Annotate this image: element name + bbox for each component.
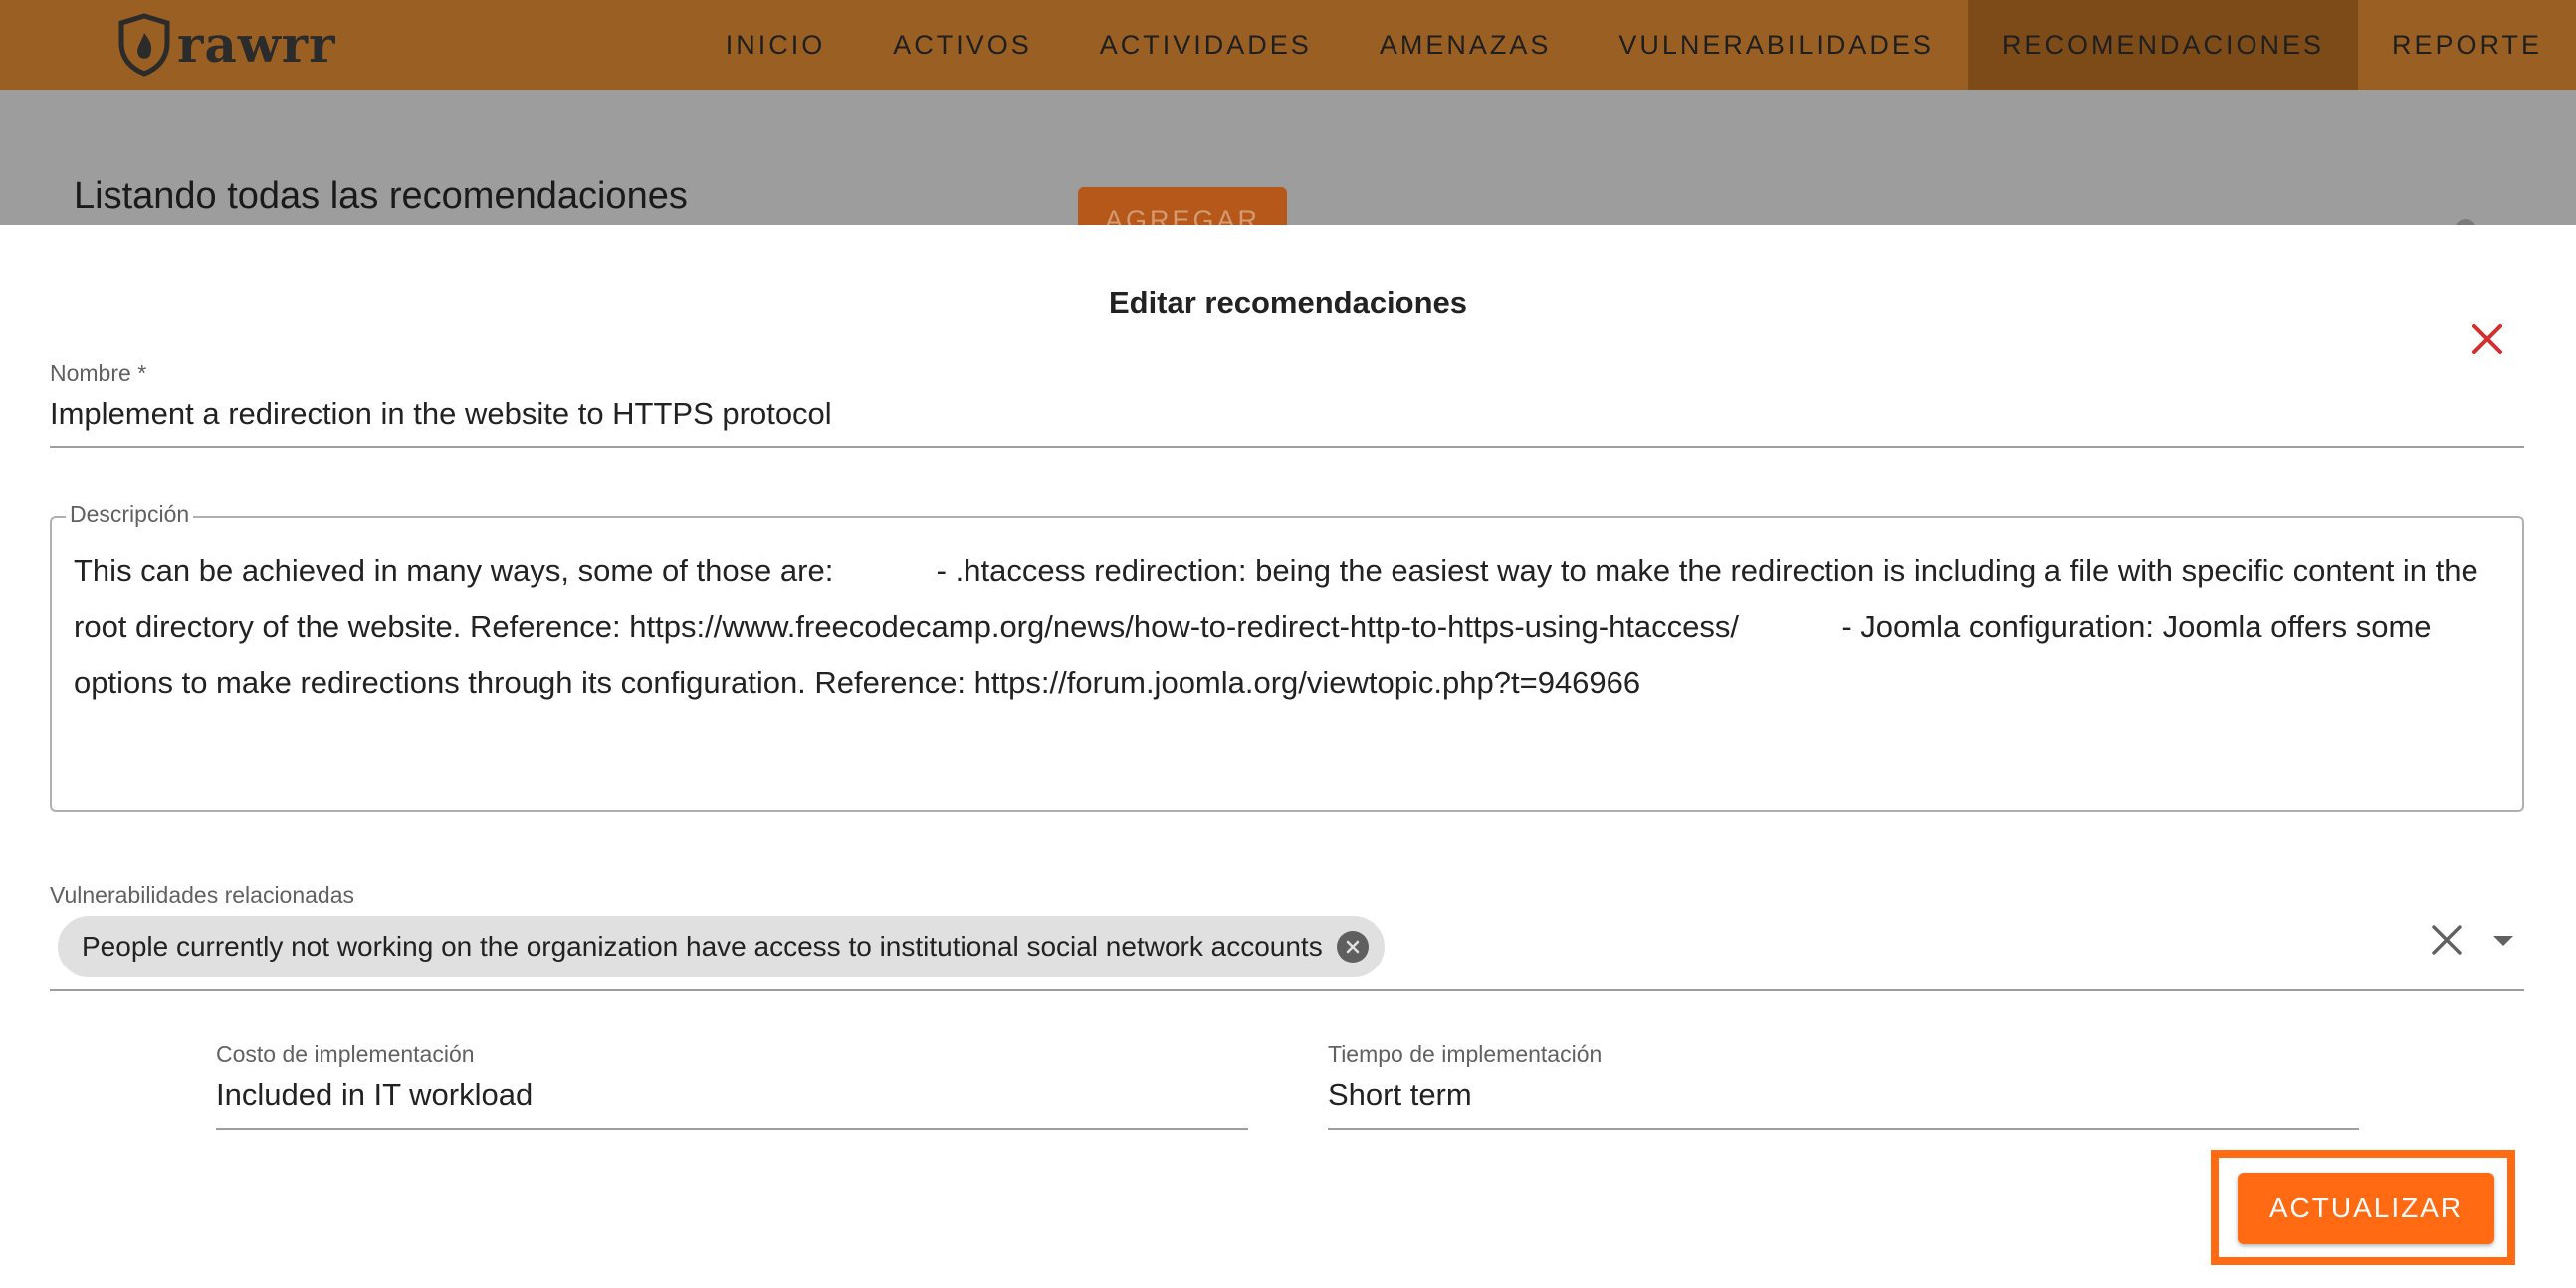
page-title: Listando todas las recomendaciones xyxy=(74,175,688,217)
top-navbar: rawrr INICIO ACTIVOS ACTIVIDADES AMENAZA… xyxy=(0,0,2576,90)
related-vulnerabilities-label: Vulnerabilidades relacionadas xyxy=(50,882,355,908)
time-underline xyxy=(1328,1128,2359,1130)
dialog-title: Editar recomendaciones xyxy=(1108,285,1468,320)
nav-reporte[interactable]: REPORTE xyxy=(2358,0,2576,90)
vulnerability-chip: People currently not working on the orga… xyxy=(58,916,1385,977)
chip-delete-button[interactable] xyxy=(1336,931,1369,963)
name-underline xyxy=(50,446,2524,448)
nav-inicio[interactable]: INICIO xyxy=(692,0,860,90)
description-field[interactable]: Descripción This can be achieved in many… xyxy=(50,501,2524,812)
description-label: Descripción xyxy=(66,501,194,528)
cost-label: Costo de implementación xyxy=(216,1041,475,1067)
close-button[interactable] xyxy=(2467,319,2508,360)
time-label: Tiempo de implementación xyxy=(1328,1041,1603,1067)
update-button[interactable]: ACTUALIZAR xyxy=(2238,1173,2494,1244)
edit-recommendation-dialog: Editar recomendaciones Nombre * Implemen… xyxy=(0,225,2576,1288)
close-icon xyxy=(2472,324,2502,354)
description-textarea[interactable]: This can be achieved in many ways, some … xyxy=(74,543,2504,711)
clear-icon[interactable] xyxy=(2429,922,2465,958)
cancel-circle-icon xyxy=(1346,940,1360,954)
chip-label: People currently not working on the orga… xyxy=(82,931,1323,962)
nav-activos[interactable]: ACTIVOS xyxy=(859,0,1066,90)
nav-amenazas[interactable]: AMENAZAS xyxy=(1346,0,1586,90)
arrow-drop-down-icon[interactable] xyxy=(2488,922,2518,958)
vulnerabilities-underline xyxy=(50,989,2524,991)
name-label: Nombre * xyxy=(50,360,147,386)
cost-select[interactable]: Included in IT workload xyxy=(216,1077,533,1113)
shield-flame-icon xyxy=(118,13,170,77)
logo-text: rawrr xyxy=(177,15,336,74)
app-logo[interactable]: rawrr xyxy=(117,8,335,82)
name-input[interactable]: Implement a redirection in the website t… xyxy=(50,396,832,432)
nav-vulnerabilidades[interactable]: VULNERABILIDADES xyxy=(1585,0,1968,90)
nav-recomendaciones[interactable]: RECOMENDACIONES xyxy=(1967,0,2358,90)
time-select[interactable]: Short term xyxy=(1328,1077,1472,1113)
cost-underline xyxy=(216,1128,1248,1130)
nav-actividades[interactable]: ACTIVIDADES xyxy=(1066,0,1346,90)
main-nav: INICIO ACTIVOS ACTIVIDADES AMENAZAS VULN… xyxy=(692,0,2576,90)
